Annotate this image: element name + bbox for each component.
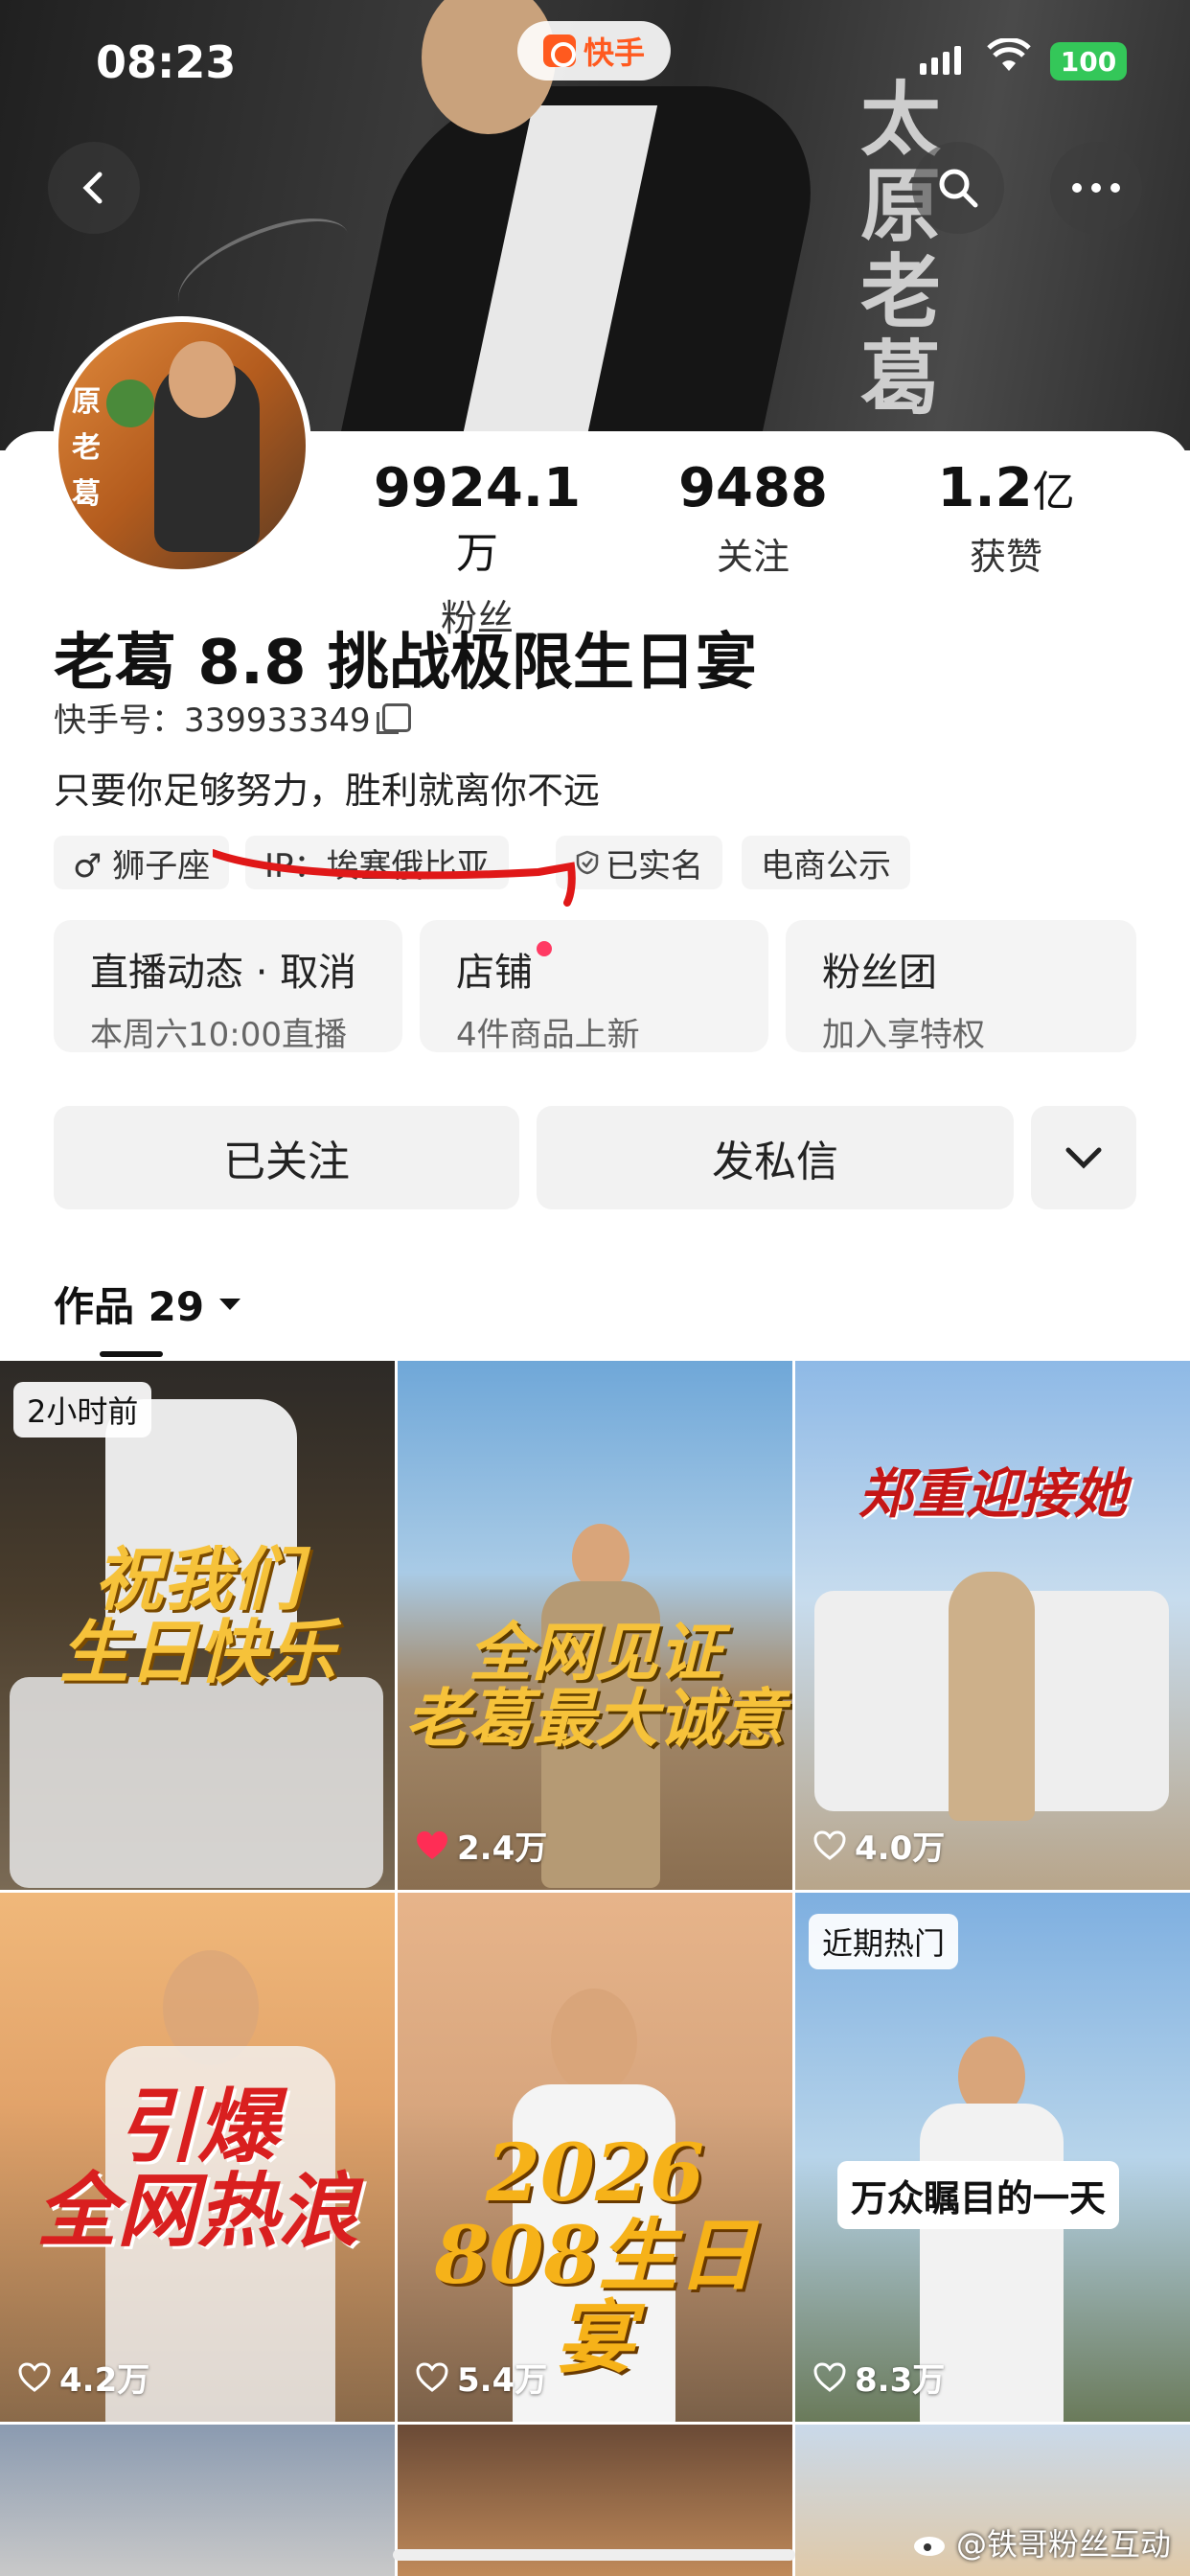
works-tab-label: 作品 29: [54, 1283, 205, 1330]
video-4-title: 引爆 全网热浪: [35, 2079, 358, 2259]
fan-club-card[interactable]: 粉丝团 加入享特权: [786, 920, 1136, 1054]
shield-check-icon: [576, 850, 599, 875]
copy-icon[interactable]: [376, 702, 411, 734]
fans-count: 9924.1: [373, 457, 582, 519]
caret-down-icon: [219, 1298, 241, 1310]
red-underline-annotation: [213, 849, 576, 907]
app-badge: 快手: [517, 21, 671, 80]
stat-following[interactable]: 9488 关注: [629, 458, 878, 580]
video-6-likes: 8.3万: [812, 2354, 945, 2401]
more-button[interactable]: [1050, 142, 1142, 234]
fan-club-subtitle: 加入享特权: [822, 1016, 985, 1054]
heart-filled-icon: [417, 1830, 447, 1859]
signature-graphic: [165, 203, 362, 334]
banner-side-text: 太原老葛: [859, 72, 941, 426]
video-tile-6[interactable]: 万众瞩目的一天 近期热门 8.3万: [795, 1893, 1190, 2422]
tag-verified[interactable]: 已实名: [556, 836, 722, 889]
video-6-badge: 近期热门: [809, 1914, 959, 1969]
more-dots-icon: [1072, 183, 1120, 193]
wifi-icon: [987, 38, 1031, 71]
video-5-title: 2026 808生日宴: [434, 2128, 756, 2385]
avatar[interactable]: 原老葛: [53, 316, 311, 575]
video-1-badge: 2小时前: [13, 1382, 152, 1438]
likes-label: 获赞: [969, 536, 1042, 578]
tag-zodiac: ♂ 狮子座: [54, 836, 230, 889]
avatar-text: 原老葛: [72, 385, 101, 511]
shop-card-title: 店铺: [456, 951, 533, 995]
heart-outline-icon: [813, 2361, 846, 2392]
chevron-down-icon: [1065, 1147, 1102, 1169]
video-4-likes: 4.2万: [17, 2354, 149, 2401]
chevron-left-icon: [82, 172, 103, 204]
video-3-likes: 4.0万: [812, 1822, 945, 1869]
stat-likes[interactable]: 1.2亿 获赞: [881, 458, 1131, 580]
back-button[interactable]: [48, 142, 140, 234]
video-tile-5[interactable]: 2026 808生日宴 5.4万: [398, 1893, 792, 2422]
followed-button[interactable]: 已关注: [54, 1106, 519, 1209]
home-indicator: [393, 2549, 795, 2561]
tag-verified-label: 已实名: [606, 846, 703, 886]
app-name: 快手: [583, 34, 645, 71]
likes-count: 1.2: [937, 457, 1033, 519]
kuaishou-id-row: 快手号：339933349: [54, 694, 411, 741]
video-2-likes: 2.4万: [415, 1822, 547, 1869]
live-card[interactable]: 直播动态 · 取消 本周六10:00直播: [54, 920, 402, 1054]
heart-outline-icon: [18, 2361, 51, 2392]
status-time: 08:23: [96, 36, 237, 88]
following-count: 9488: [678, 457, 828, 519]
signal-icon: [920, 46, 961, 75]
live-card-title: 直播动态 · 取消: [90, 951, 357, 995]
works-tab[interactable]: 作品 29: [54, 1275, 242, 1333]
fans-unit: 万: [456, 529, 498, 578]
video-tile-4[interactable]: 引爆 全网热浪 4.2万: [0, 1893, 395, 2422]
following-label: 关注: [716, 536, 790, 578]
video-6-title: 万众瞩目的一天: [837, 2161, 1120, 2229]
shop-card-subtitle: 4件商品上新: [456, 1016, 640, 1054]
kuaishou-id: 快手号：339933349: [54, 702, 371, 740]
expand-button[interactable]: [1031, 1106, 1136, 1209]
message-button[interactable]: 发私信: [537, 1106, 1014, 1209]
profile-bio: 只要你足够努力，胜利就离你不远: [54, 770, 601, 812]
tag-ecommerce[interactable]: 电商公示: [742, 836, 910, 889]
weibo-icon: [913, 2537, 945, 2556]
shop-new-dot: [537, 941, 552, 956]
heart-outline-icon: [813, 1829, 846, 1860]
search-button[interactable]: [912, 142, 1004, 234]
tab-indicator: [100, 1351, 163, 1357]
video-tile-7[interactable]: [0, 2425, 395, 2576]
heart-outline-icon: [416, 2361, 448, 2392]
weibo-watermark: @铁哥粉丝互动: [912, 2520, 1171, 2564]
kuaishou-logo-icon: [542, 34, 576, 67]
live-card-subtitle: 本周六10:00直播: [90, 1016, 347, 1054]
video-3-title: 郑重迎接她: [858, 1462, 1127, 1526]
profile-screen: 太原老葛 08:23 快手 100 原老葛 9924.1万 粉丝 9488 关注…: [0, 0, 1190, 2576]
video-1-title: 祝我们 生日快乐: [58, 1538, 335, 1692]
search-icon: [939, 169, 978, 208]
video-tile-3[interactable]: 郑重迎接她 4.0万: [795, 1361, 1190, 1890]
video-5-likes: 5.4万: [415, 2354, 547, 2401]
video-tile-2[interactable]: 全网见证 老葛最大诚意 2.4万: [398, 1361, 792, 1890]
fan-club-title: 粉丝团: [822, 951, 937, 995]
video-tile-1[interactable]: 祝我们 生日快乐 2小时前: [0, 1361, 395, 1890]
profile-name: 老葛 8.8 挑战极限生日宴: [54, 628, 757, 699]
video-2-title: 全网见证 老葛最大诚意: [405, 1615, 785, 1757]
shop-card[interactable]: 店铺 4件商品上新: [420, 920, 768, 1054]
battery-indicator: 100: [1050, 42, 1127, 80]
likes-unit: 亿: [1032, 468, 1075, 517]
